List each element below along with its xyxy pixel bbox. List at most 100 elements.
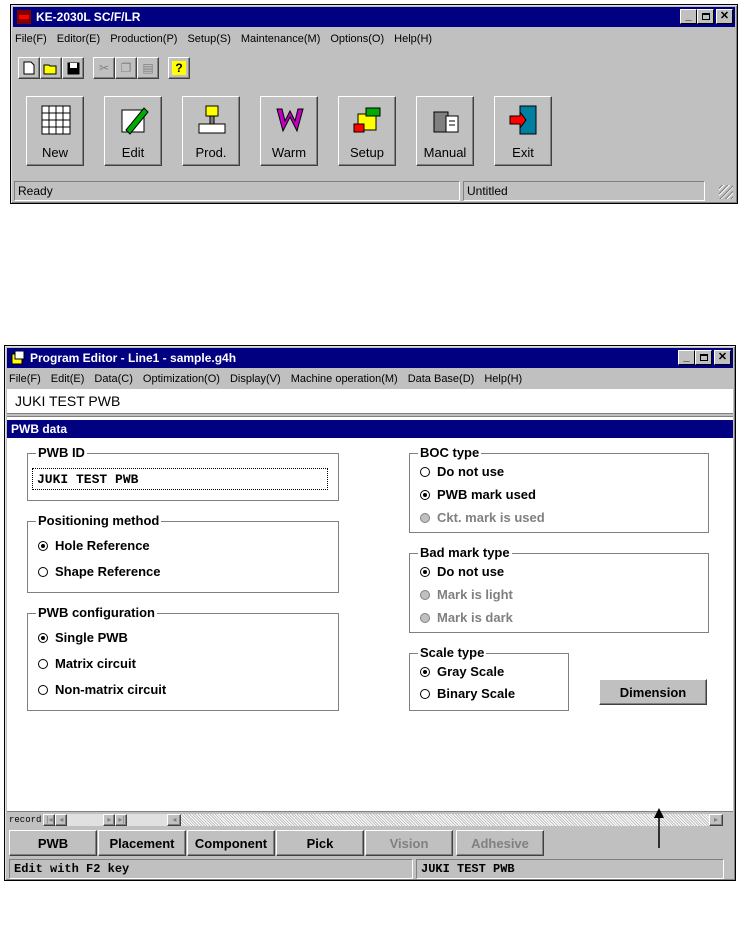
open-button[interactable]	[40, 57, 62, 79]
menu-setup[interactable]: Setup(S)	[187, 33, 230, 45]
paste-icon: ▤	[142, 61, 154, 75]
paste-button[interactable]: ▤	[137, 57, 159, 79]
last-record-button[interactable]: ▸|	[115, 813, 128, 826]
positioning-group: Positioning method Hole Reference Shape …	[27, 513, 339, 593]
main-status-doc: Untitled	[463, 181, 705, 201]
save-button[interactable]	[62, 57, 84, 79]
editor-minimize-button[interactable]: _	[678, 350, 695, 365]
tab-placement[interactable]: Placement	[98, 830, 186, 856]
single-pwb-label: Single PWB	[55, 630, 128, 645]
maximize-icon	[701, 13, 710, 20]
scale-type-label: Scale type	[418, 645, 487, 660]
editor-maximize-button[interactable]	[695, 350, 712, 365]
editor-menu-help[interactable]: Help(H)	[484, 373, 522, 385]
section-title: PWB data	[7, 420, 733, 438]
record-gap	[127, 813, 168, 826]
new-file-button[interactable]	[18, 57, 40, 79]
editor-title-bar[interactable]: Program Editor - Line1 - sample.g4h _ ✕	[7, 348, 733, 368]
editor-menu-data[interactable]: Data(C)	[94, 373, 133, 385]
setup-icon	[351, 103, 385, 137]
new-button-label: New	[41, 145, 68, 160]
horizontal-scroll-track[interactable]	[181, 813, 709, 826]
menu-maintenance[interactable]: Maintenance(M)	[241, 33, 320, 45]
hole-reference-label: Hole Reference	[55, 538, 150, 553]
editor-subtitle: JUKI TEST PWB	[7, 389, 733, 414]
shape-reference-radio[interactable]: Shape Reference	[38, 564, 161, 579]
help-button[interactable]: ?	[168, 57, 190, 79]
edit-button[interactable]: Edit	[104, 96, 162, 166]
menu-production[interactable]: Production(P)	[110, 33, 177, 45]
copy-button[interactable]: ❐	[115, 57, 137, 79]
editor-app-icon	[11, 350, 25, 365]
configuration-group: PWB configuration Single PWB Matrix circ…	[27, 605, 339, 711]
menu-options[interactable]: Options(O)	[330, 33, 384, 45]
binary-scale-radio[interactable]: Binary Scale	[420, 686, 515, 701]
scale-type-group: Scale type Gray Scale Binary Scale	[409, 645, 569, 711]
warm-button[interactable]: Warm	[260, 96, 318, 166]
binary-scale-label: Binary Scale	[437, 686, 516, 701]
pwb-id-group: PWB ID JUKI TEST PWB	[27, 445, 339, 501]
bad-mark-do-not-use-radio[interactable]: Do not use	[420, 564, 504, 579]
tab-component[interactable]: Component	[187, 830, 275, 856]
up-arrow-icon	[654, 808, 664, 848]
open-folder-icon	[43, 64, 57, 74]
gray-scale-radio[interactable]: Gray Scale	[420, 664, 504, 679]
maximize-button[interactable]	[697, 9, 714, 24]
pwb-id-field[interactable]: JUKI TEST PWB	[32, 468, 328, 490]
close-button[interactable]: ✕	[716, 9, 733, 24]
editor-status-pwb: JUKI TEST PWB	[416, 859, 724, 879]
matrix-circuit-radio[interactable]: Matrix circuit	[38, 656, 136, 671]
resize-grip-icon[interactable]	[719, 185, 733, 199]
editor-menu-optimization[interactable]: Optimization(O)	[143, 373, 220, 385]
main-title-bar[interactable]: KE-2030L SC/F/LR _ ✕	[13, 7, 735, 27]
hole-reference-radio[interactable]: Hole Reference	[38, 538, 150, 553]
copy-icon: ❐	[120, 61, 132, 75]
tab-vision: Vision	[365, 830, 453, 856]
prod-button[interactable]: Prod.	[182, 96, 240, 166]
cut-button[interactable]: ✂	[93, 57, 115, 79]
editor-menu-machine-operation[interactable]: Machine operation(M)	[291, 373, 398, 385]
editor-status-hint: Edit with F2 key	[9, 859, 413, 879]
prev-record-button[interactable]: ◂	[55, 813, 68, 826]
exit-button-label: Exit	[512, 145, 534, 160]
pwb-mark-used-radio[interactable]: PWB mark used	[420, 487, 536, 502]
editor-window-title: Program Editor - Line1 - sample.g4h	[30, 351, 237, 365]
single-pwb-radio[interactable]: Single PWB	[38, 630, 128, 645]
menu-help[interactable]: Help(H)	[394, 33, 432, 45]
tab-pick[interactable]: Pick	[276, 830, 364, 856]
editor-menu-display[interactable]: Display(V)	[230, 373, 281, 385]
exit-button[interactable]: Exit	[494, 96, 552, 166]
pwb-data-panel: PWB data PWB ID JUKI TEST PWB Positionin…	[7, 416, 733, 811]
radio-disabled-icon	[420, 512, 430, 523]
editor-menu-file[interactable]: File(F)	[9, 373, 41, 385]
boc-do-not-use-radio[interactable]: Do not use	[420, 464, 504, 479]
tab-pwb[interactable]: PWB	[9, 830, 97, 856]
next-record-button[interactable]: ▸	[103, 813, 116, 826]
first-record-button[interactable]: |◂	[43, 813, 56, 826]
menu-editor[interactable]: Editor(E)	[57, 33, 100, 45]
mark-is-light-label: Mark is light	[437, 587, 513, 602]
non-matrix-circuit-radio[interactable]: Non-matrix circuit	[38, 682, 166, 697]
menu-file[interactable]: File(F)	[15, 33, 47, 45]
new-file-icon	[23, 61, 35, 75]
minimize-icon: _	[685, 10, 692, 22]
editor-menu-edit[interactable]: Edit(E)	[51, 373, 85, 385]
editor-close-button[interactable]: ✕	[714, 350, 731, 365]
new-button[interactable]: New	[26, 96, 84, 166]
main-status-doc-text: Untitled	[467, 184, 508, 198]
radio-unchecked-icon	[38, 684, 48, 695]
save-icon	[67, 62, 79, 74]
tab-adhesive: Adhesive	[456, 830, 544, 856]
record-scroll-track[interactable]	[67, 813, 104, 826]
help-icon: ?	[172, 61, 186, 75]
scroll-right-button[interactable]: ▸	[709, 813, 723, 826]
dimension-button[interactable]: Dimension	[599, 679, 707, 705]
setup-button[interactable]: Setup	[338, 96, 396, 166]
manual-button[interactable]: Manual	[416, 96, 474, 166]
ckt-mark-used-radio: Ckt. mark is used	[420, 510, 545, 525]
minimize-button[interactable]: _	[680, 9, 697, 24]
main-window: KE-2030L SC/F/LR _ ✕ File(F) Editor(E) P…	[10, 4, 738, 204]
radio-disabled-icon	[420, 589, 430, 600]
editor-menu-database[interactable]: Data Base(D)	[408, 373, 475, 385]
scroll-left-button[interactable]: ◂	[167, 813, 182, 826]
